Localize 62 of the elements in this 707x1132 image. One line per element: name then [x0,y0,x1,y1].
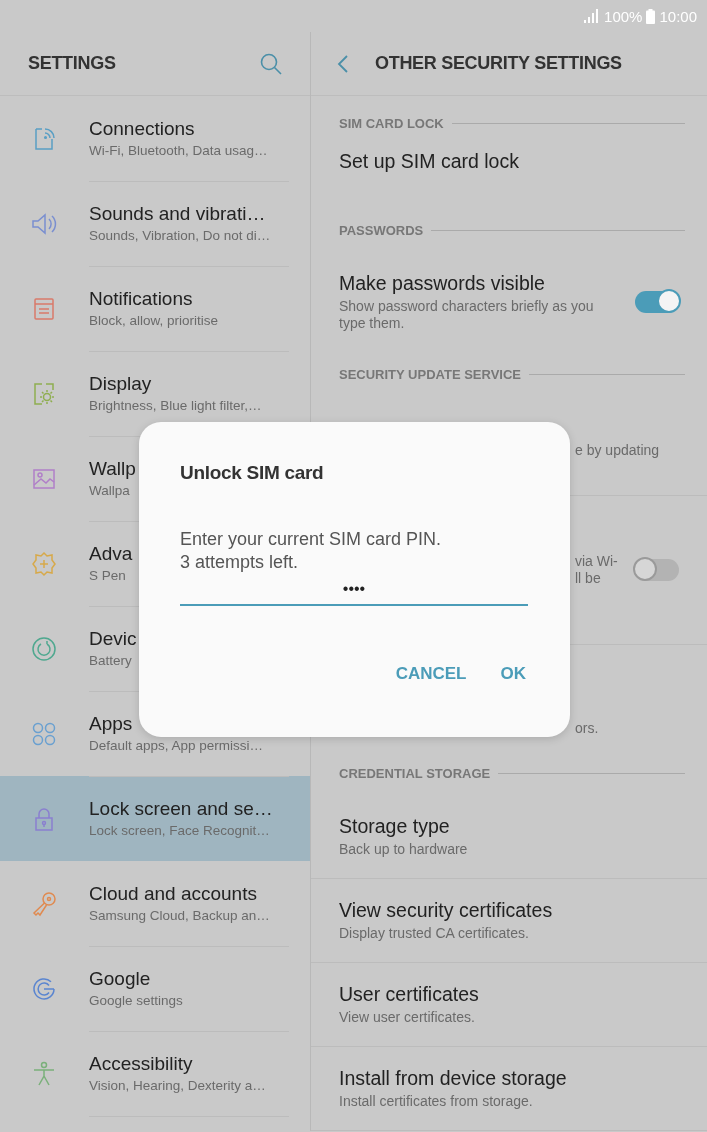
gear-icon [29,549,58,578]
menu-item-title: Accessibility [89,1053,193,1075]
settings-menu-item[interactable]: Cloud and accounts Samsung Cloud, Backup an… [0,861,310,946]
page-title: OTHER SECURITY SETTINGS [375,53,622,74]
menu-item-subtitle: Block, allow, prioritise [89,313,219,328]
menu-item-title: Sounds and vibrati… [89,203,266,225]
settings-menu-item[interactable]: Accessibility Vision, Hearing, Dexterity a… [0,1031,310,1116]
settings-menu-item[interactable]: Google Google settings [0,946,310,1031]
menu-item-subtitle: Wallpa [89,483,130,498]
refresh-icon [29,634,58,663]
settings-menu-item[interactable]: Sounds and vibrati… Sounds, Vibration, Do not di… [0,181,310,266]
setting-description: Back up to hardware [339,841,468,858]
toggle-switch[interactable] [635,559,679,581]
settings-menu-item[interactable]: Notifications Block, allow, prioritise [0,266,310,351]
menu-item-title: Display [89,373,152,395]
menu-item-title: Devic [89,628,137,650]
toggle-switch[interactable] [635,291,679,313]
setting-description: View user certificates. [339,1009,475,1026]
setting-title[interactable]: Storage type [339,815,450,838]
menu-item-subtitle: Lock screen, Face Recognit… [89,823,270,838]
signal-icon [584,9,599,23]
menu-item-title: Cloud and accounts [89,883,257,905]
menu-item-subtitle: Samsung Cloud, Backup an… [89,908,270,923]
menu-item-title: Adva [89,543,133,565]
menu-item-subtitle: Default apps, App permissi… [89,738,264,753]
setting-title[interactable]: Make passwords visible [339,272,545,295]
setting-description: e by updating [575,442,660,459]
menu-item-title: Connections [89,118,195,140]
menu-item-subtitle: Vision, Hearing, Dexterity a… [89,1078,266,1093]
menu-item-subtitle: Battery [89,653,132,668]
dialog-message: Enter your current SIM card PIN. 3 attempts left. [180,528,443,574]
dialog-title: Unlock SIM card [180,462,325,484]
menu-item-title: Notifications [89,288,193,310]
setting-description: Show password characters briefly as you type them. [339,298,595,332]
menu-item-subtitle: Sounds, Vibration, Do not di… [89,228,271,243]
setting-description: ors. [575,720,599,737]
setting-title[interactable]: View security certificates [339,899,553,922]
pin-field[interactable]: •••• [180,576,528,606]
section-header: CREDENTIAL STORAGE [339,765,491,781]
menu-item-subtitle: Brightness, Blue light filter,… [89,398,262,413]
section-header: PASSWORDS [339,222,424,238]
settings-menu-item[interactable]: Lock screen and se… Lock screen, Face Recognit… [0,776,310,861]
setting-description: Display trusted CA certificates. [339,925,529,942]
section-header: SECURITY UPDATE SERVICE [339,366,522,382]
search-icon[interactable] [260,52,282,75]
setting-title[interactable]: User certificates [339,983,479,1006]
setting-title[interactable]: Set up SIM card lock [339,150,519,173]
menu-item-title: Apps [89,713,133,735]
settings-menu-item[interactable]: Connections Wi-Fi, Bluetooth, Data usag… [0,96,310,181]
menu-item-title: Lock screen and se… [89,798,273,820]
back-icon[interactable] [337,53,349,74]
setting-description: Install certificates from storage. [339,1093,533,1110]
menu-item-subtitle: S Pen [89,568,126,583]
menu-item-subtitle: Google settings [89,993,183,1008]
battery-icon [646,8,656,24]
setting-description: via Wi- ll be [575,553,618,587]
menu-item-subtitle: Wi-Fi, Bluetooth, Data usag… [89,143,268,158]
settings-title: SETTINGS [28,53,116,74]
menu-item-title: Wallp [89,458,136,480]
menu-item-title: Google [89,968,151,990]
setting-title[interactable]: Install from device storage [339,1067,567,1090]
section-header: SIM CARD LOCK [339,115,444,131]
